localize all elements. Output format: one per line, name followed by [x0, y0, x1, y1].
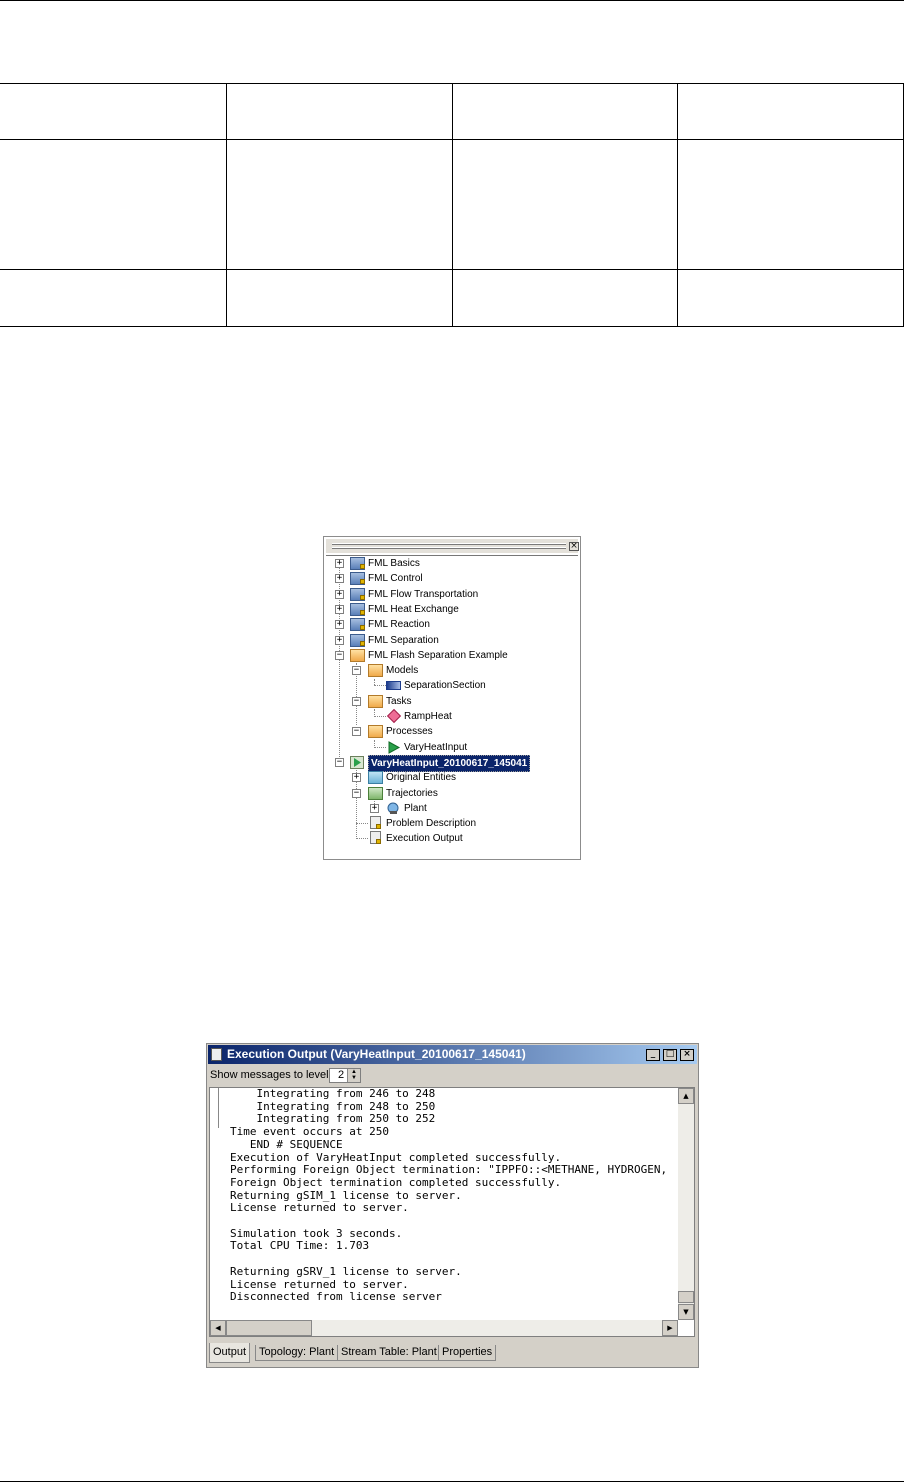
collapse-icon[interactable]: −	[352, 788, 361, 798]
scroll-right-icon[interactable]: ▶	[662, 1320, 678, 1336]
tree-item-label: FML Basics	[368, 558, 420, 569]
tree-item-label: FML Control	[368, 573, 423, 585]
tree-item-label: Problem Description	[386, 818, 477, 830]
scroll-down-icon[interactable]: ▼	[678, 1304, 694, 1320]
horizontal-scrollbar[interactable]: ◀ ▶	[210, 1320, 678, 1336]
process-play-icon	[388, 740, 401, 754]
maximize-button[interactable]: □	[663, 1049, 677, 1061]
tree-item-label: FML Reaction	[368, 619, 430, 631]
expand-icon[interactable]: +	[352, 773, 361, 783]
expand-icon[interactable]: +	[370, 803, 379, 813]
output-log-text: Integrating from 246 to 248 Integrating …	[230, 1088, 668, 1304]
window-titlebar[interactable]: Execution Output (VaryHeatInput_20100617…	[208, 1045, 697, 1064]
expand-icon[interactable]: +	[335, 589, 344, 599]
plant-icon	[387, 802, 399, 814]
tree-item-fml-control[interactable]: + FML Control	[326, 571, 576, 586]
output-tabs: Output Topology: Plant Stream Table: Pla…	[209, 1343, 697, 1365]
tree-item-label: FML Separation	[368, 634, 439, 646]
vertical-scrollbar[interactable]: ▲ ▼	[678, 1088, 694, 1320]
collapse-icon[interactable]: −	[352, 666, 361, 676]
tab-topology-plant[interactable]: Topology: Plant	[255, 1345, 339, 1361]
tree-item-label: VaryHeatInput	[404, 741, 468, 753]
tree-item-label: Plant	[404, 802, 427, 814]
tree-item-processes[interactable]: − Processes	[326, 724, 576, 739]
tree-item-label: FML Flow Transportation	[368, 588, 479, 600]
open-folder-icon	[368, 664, 383, 678]
tree-item-label: FML Flash Separation Example	[368, 649, 508, 661]
tree-item-fml-separation[interactable]: + FML Separation	[326, 633, 576, 648]
tree-item-varyheatinput-run[interactable]: − VaryHeatInput_20100617_145041	[326, 754, 576, 772]
open-folder-icon	[368, 725, 383, 739]
tree-item-label: Tasks	[386, 695, 412, 707]
tree-item-trajectories[interactable]: − Trajectories	[326, 786, 576, 801]
project-tree-panel: × + FML Basics + FML Control + FML Flow …	[323, 536, 581, 860]
level-value: 2	[338, 1069, 345, 1081]
collapse-icon[interactable]: −	[352, 727, 361, 737]
process-run-icon	[350, 755, 364, 769]
tree-item-rampheat[interactable]: RampHeat	[326, 708, 576, 724]
open-folder-icon	[350, 648, 365, 662]
project-tree: + FML Basics + FML Control + FML Flow Tr…	[326, 555, 578, 856]
collapse-icon[interactable]: −	[335, 650, 344, 660]
collapse-icon[interactable]: −	[335, 757, 344, 767]
tree-panel-titlebar[interactable]: ×	[326, 539, 579, 553]
tab-properties[interactable]: Properties	[438, 1345, 497, 1361]
tree-item-label: FML Heat Exchange	[368, 603, 459, 615]
tree-item-fml-flow-transportation[interactable]: + FML Flow Transportation	[326, 587, 576, 602]
entities-icon	[368, 771, 383, 785]
minimize-button[interactable]: _	[646, 1049, 660, 1061]
tree-item-label: RampHeat	[404, 711, 452, 722]
level-spinner[interactable]: 2 ▲ ▼	[329, 1068, 361, 1083]
collapse-icon[interactable]: −	[352, 696, 361, 706]
window-doc-icon	[211, 1048, 222, 1061]
tab-output[interactable]: Output	[209, 1343, 251, 1363]
tree-item-label: Models	[386, 665, 419, 677]
spinner-arrows-icon[interactable]: ▲ ▼	[347, 1069, 360, 1082]
tab-stream-table-plant[interactable]: Stream Table: Plant	[337, 1345, 441, 1361]
expand-icon[interactable]: +	[335, 604, 344, 614]
log-tree-line	[218, 1088, 219, 1128]
expand-icon[interactable]: +	[335, 635, 344, 645]
scroll-up-icon[interactable]: ▲	[678, 1088, 694, 1104]
empty-table	[0, 83, 904, 327]
tree-item-original-entities[interactable]: + Original Entities	[326, 770, 576, 785]
open-folder-icon	[368, 694, 383, 708]
horizontal-scroll-thumb[interactable]	[226, 1320, 312, 1336]
tree-item-label: Execution Output	[386, 833, 463, 845]
tree-item-fml-reaction[interactable]: + FML Reaction	[326, 617, 576, 632]
scroll-left-icon[interactable]: ◀	[210, 1320, 226, 1336]
tree-item-execution-output[interactable]: Execution Output	[326, 831, 576, 846]
tree-item-problem-description[interactable]: Problem Description	[326, 816, 576, 831]
output-toolbar: Show messages to level 2 ▲ ▼	[208, 1065, 697, 1085]
expand-icon[interactable]: +	[335, 574, 344, 584]
tree-item-label: SeparationSection	[404, 680, 486, 692]
expand-icon[interactable]: +	[335, 559, 344, 568]
tree-item-tasks[interactable]: − Tasks	[326, 694, 576, 709]
trajectories-icon	[368, 786, 383, 800]
close-icon[interactable]: ×	[569, 542, 579, 551]
window-title: Execution Output (VaryHeatInput_20100617…	[227, 1047, 526, 1061]
output-log-area[interactable]: Integrating from 246 to 248 Integrating …	[209, 1087, 695, 1337]
bottom-rule	[0, 1481, 904, 1482]
tree-item-fml-basics[interactable]: + FML Basics	[326, 556, 576, 571]
close-button[interactable]: ×	[680, 1049, 694, 1061]
model-icon	[386, 681, 401, 691]
expand-icon[interactable]: +	[335, 620, 344, 630]
level-label: Show messages to level	[210, 1069, 329, 1081]
top-rule	[0, 0, 904, 1]
tree-item-fml-heat-exchange[interactable]: + FML Heat Exchange	[326, 602, 576, 617]
execution-output-window: Execution Output (VaryHeatInput_20100617…	[206, 1043, 699, 1368]
tree-item-label: Original Entities	[386, 772, 457, 784]
tree-item-varyheatinput[interactable]: VaryHeatInput	[326, 740, 576, 755]
tree-item-separationsection[interactable]: SeparationSection	[326, 678, 576, 693]
tree-item-models[interactable]: − Models	[326, 663, 576, 678]
tree-item-label: Processes	[386, 726, 433, 738]
task-icon	[386, 708, 402, 724]
tree-item-plant[interactable]: + Plant	[326, 801, 576, 816]
tree-item-fml-flash-separation-example[interactable]: − FML Flash Separation Example	[326, 648, 576, 663]
tree-item-label: Trajectories	[386, 787, 438, 799]
vertical-scroll-thumb[interactable]	[678, 1291, 694, 1303]
